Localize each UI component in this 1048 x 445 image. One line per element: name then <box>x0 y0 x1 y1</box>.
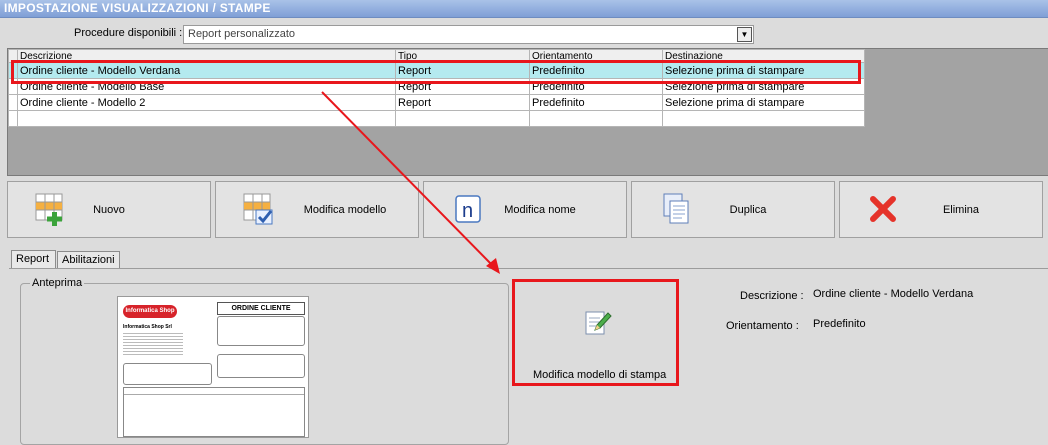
procedure-select-value: Report personalizzato <box>188 28 296 40</box>
descrizione-value: Ordine cliente - Modello Verdana <box>813 288 974 300</box>
title-bar: IMPOSTAZIONE VISUALIZZAZIONI / STAMPE <box>0 0 1048 18</box>
preview-company: Informatica Shop Srl <box>123 324 172 330</box>
modifica-nome-label: Modifica nome <box>504 204 576 216</box>
elimina-label: Elimina <box>942 204 980 216</box>
table-row-empty[interactable] <box>8 110 865 127</box>
tab-report[interactable]: Report <box>11 250 56 269</box>
table-row[interactable]: Ordine cliente - Modello 2 Report Predef… <box>8 94 865 111</box>
procedure-select[interactable]: Report personalizzato ▼ <box>183 25 754 44</box>
procedure-label: Procedure disponibili : <box>74 27 183 39</box>
elimina-button[interactable]: Elimina <box>839 181 1043 238</box>
preview-company-lines <box>123 331 183 355</box>
duplica-label: Duplica <box>729 204 767 216</box>
modifica-modello-button[interactable]: Modifica modello <box>215 181 419 238</box>
cell-descrizione[interactable]: Ordine cliente - Modello 2 <box>17 94 396 111</box>
modifica-nome-button[interactable]: n Modifica nome <box>423 181 627 238</box>
nuovo-label: Nuovo <box>93 204 125 216</box>
modifica-stampa-label[interactable]: Modifica modello di stampa <box>533 369 666 381</box>
preview-dest-box <box>217 354 305 378</box>
modifica-modello-label: Modifica modello <box>303 204 387 216</box>
cell-orientamento[interactable]: Predefinito <box>529 94 663 111</box>
dropdown-arrow-icon[interactable]: ▼ <box>737 27 752 42</box>
preview-meta-box <box>123 363 212 385</box>
duplica-button[interactable]: Duplica <box>631 181 835 238</box>
orientamento-value: Predefinito <box>813 318 866 330</box>
preview-logo: Informatica Shop <box>123 305 177 318</box>
nuovo-button[interactable]: Nuovo <box>7 181 211 238</box>
cell-tipo[interactable]: Report <box>395 94 530 111</box>
tab-divider <box>9 268 1048 269</box>
orientamento-label: Orientamento : <box>726 320 799 332</box>
window-title: IMPOSTAZIONE VISUALIZZAZIONI / STAMPE <box>4 1 271 15</box>
report-preview-thumbnail[interactable]: Informatica Shop Informatica Shop Srl OR… <box>117 296 309 438</box>
edit-document-icon[interactable] <box>583 306 613 338</box>
preview-label: Anteprima <box>30 277 85 289</box>
descrizione-label: Descrizione : <box>740 290 804 302</box>
cell-destinazione[interactable]: Selezione prima di stampare <box>662 94 865 111</box>
highlight-selected-row <box>11 60 861 84</box>
row-indicator <box>8 94 18 111</box>
tab-abilitazioni[interactable]: Abilitazioni <box>57 251 120 268</box>
preview-title-box: ORDINE CLIENTE <box>217 302 305 315</box>
preview-address-box <box>217 316 305 346</box>
